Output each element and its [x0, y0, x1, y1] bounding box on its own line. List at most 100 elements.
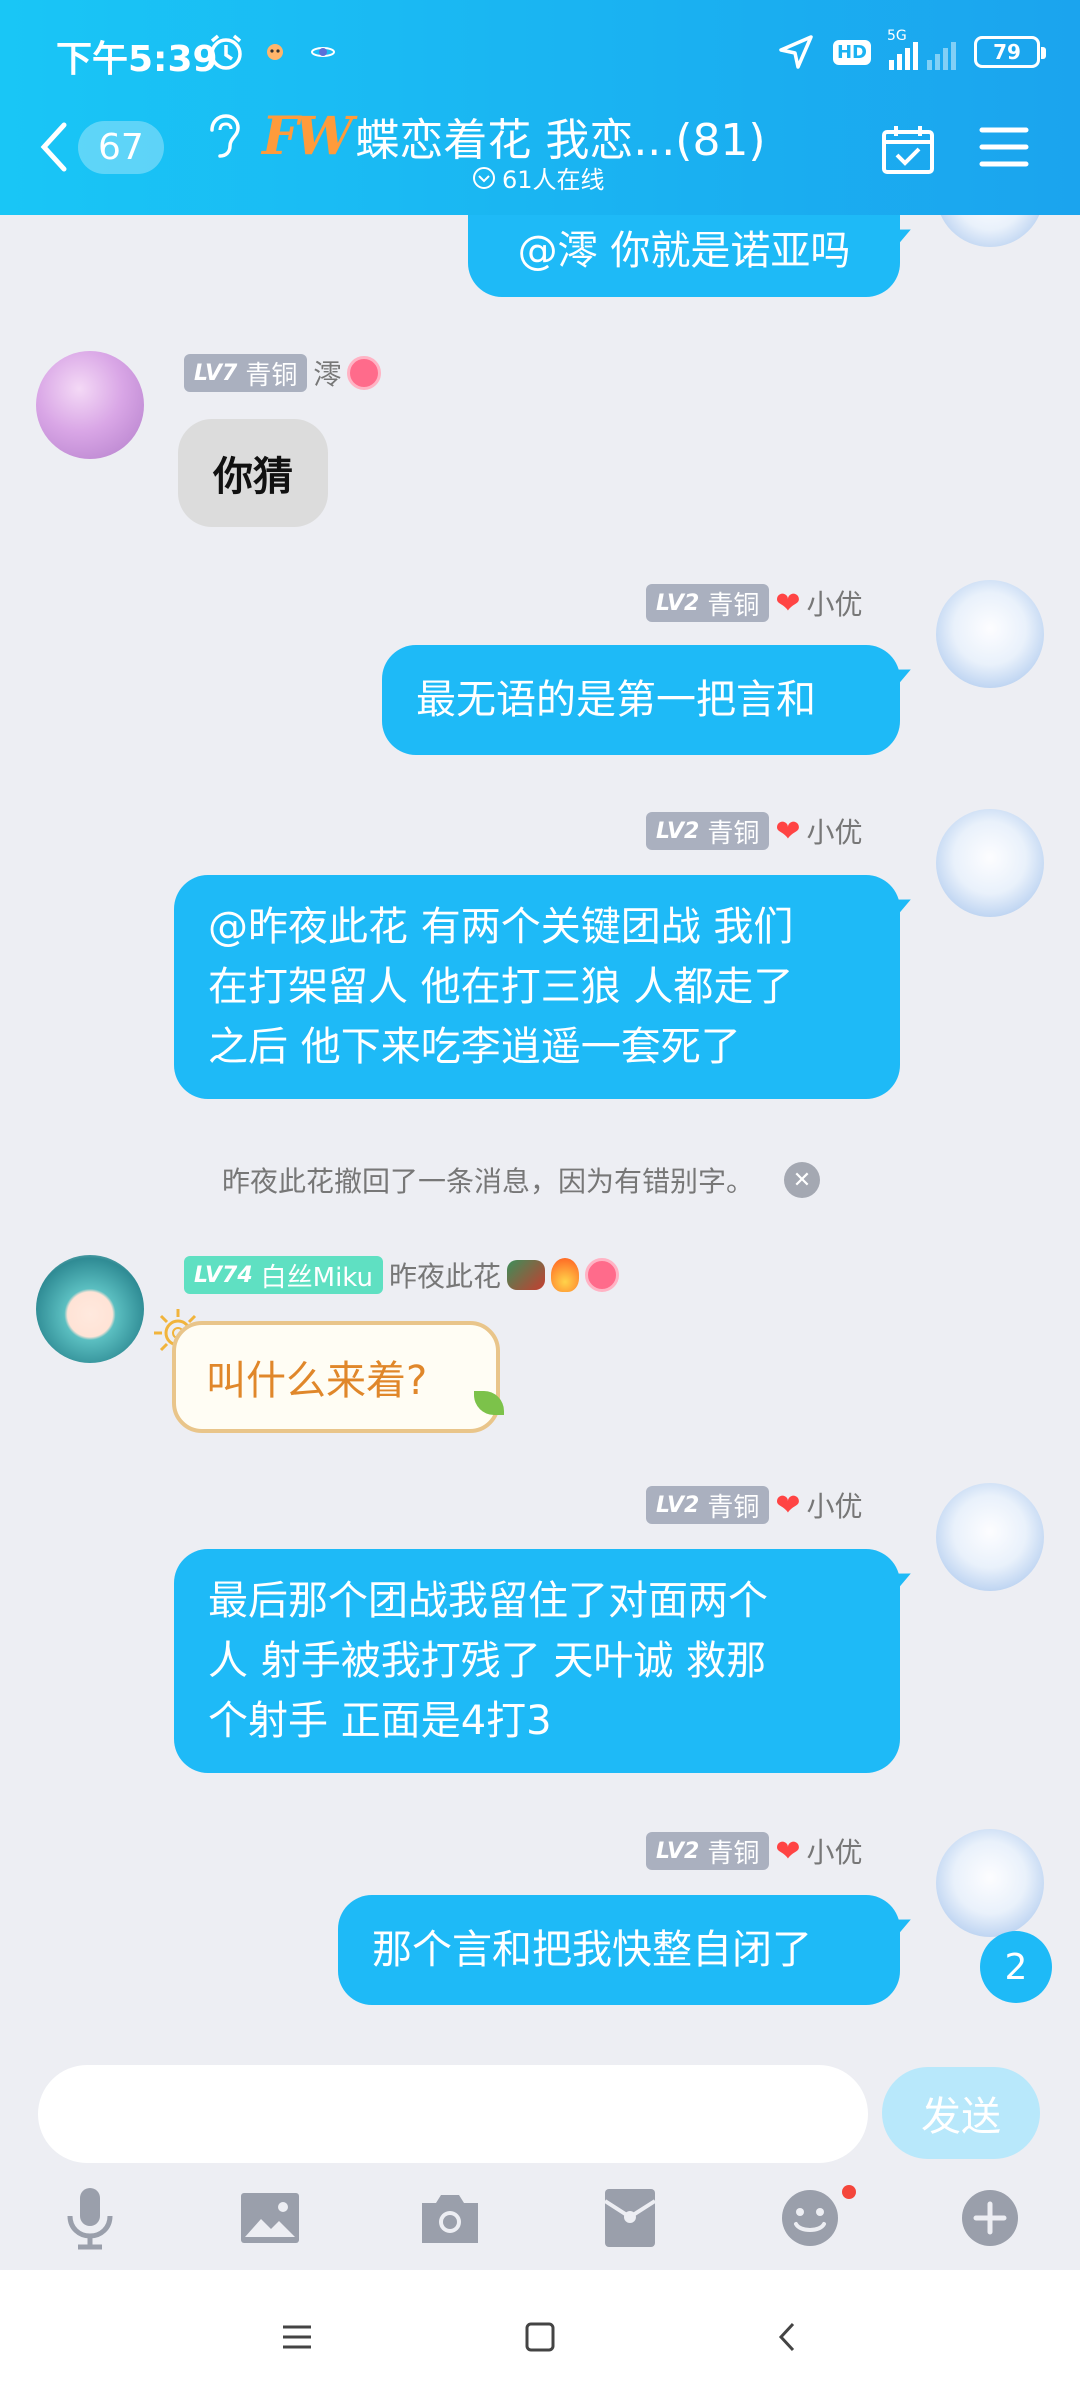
level-badge: LV7 青铜 — [184, 354, 308, 392]
smile-icon — [585, 1258, 620, 1292]
avatar[interactable] — [36, 1255, 144, 1363]
level-number: LV2 — [656, 1492, 700, 1518]
message-list[interactable]: @澪 你就是诺亚吗 LV7 青铜 澪 你猜 LV2 青铜 ❤ 小优 最无语的是第一把… — [0, 215, 1080, 2055]
group-logo: FW — [262, 105, 353, 167]
message-bubble[interactable]: 最无语的是第一把言和 — [382, 645, 900, 755]
calendar-check-icon[interactable] — [880, 122, 936, 178]
level-number: LV74 — [194, 1262, 253, 1288]
level-badge: LV74 白丝Miku — [184, 1256, 384, 1294]
message-text: 你猜 — [213, 453, 293, 500]
sender-name[interactable]: 澪 — [313, 353, 341, 393]
level-number: LV2 — [656, 818, 700, 844]
sender-meta: LV7 青铜 澪 — [184, 353, 382, 393]
level-number: LV2 — [656, 1838, 700, 1864]
level-badge: LV2 青铜 — [646, 812, 770, 850]
level-number: LV2 — [656, 590, 700, 616]
input-area: 发送 — [0, 2055, 1080, 2270]
message-text-line: 个射手 正面是4打3 — [208, 1698, 552, 1744]
signal-icon: 5G — [887, 28, 956, 70]
sender-name[interactable]: 小优 — [806, 811, 862, 851]
heart-icon: ❤ — [775, 1487, 801, 1523]
message-bubble[interactable]: 那个言和把我快整自闭了 — [338, 1895, 900, 2005]
mic-icon[interactable] — [55, 2183, 125, 2253]
message-text-line: @昨夜此花 有两个关键团战 我们 — [208, 904, 794, 950]
back-button[interactable]: 67 — [36, 112, 164, 182]
rank-title: 青铜 — [245, 360, 298, 391]
recent-apps-icon[interactable] — [272, 2312, 322, 2362]
chat-title-row[interactable]: FW 蝶恋着花 我恋...(81) — [262, 104, 766, 168]
avatar[interactable] — [936, 1483, 1044, 1591]
unread-badge: 67 — [78, 120, 164, 174]
avatar[interactable] — [936, 809, 1044, 917]
system-nav-bar — [0, 2270, 1080, 2400]
home-icon[interactable] — [515, 2312, 565, 2362]
page-title: 蝶恋着花 我恋...(81) — [355, 115, 766, 166]
sender-meta: LV2 青铜 ❤ 小优 — [646, 1485, 863, 1525]
sender-name[interactable]: 小优 — [806, 583, 862, 623]
rank-title: 青铜 — [707, 1838, 760, 1869]
ear-mode-icon[interactable] — [200, 112, 248, 160]
avatar[interactable] — [36, 351, 144, 459]
close-icon[interactable]: ✕ — [784, 1162, 821, 1198]
level-badge: LV2 青铜 — [646, 1832, 770, 1870]
send-button[interactable]: 发送 — [882, 2067, 1040, 2159]
alarm-icon — [204, 28, 248, 76]
network-type: 5G — [887, 28, 907, 44]
smile-icon — [347, 356, 382, 390]
red-packet-icon[interactable] — [595, 2183, 665, 2253]
message-bubble[interactable]: 叫什么来着? — [172, 1321, 500, 1433]
avatar[interactable] — [936, 1829, 1044, 1937]
hd-badge: HD — [832, 39, 871, 65]
sender-meta: LV2 青铜 ❤ 小优 — [646, 811, 863, 851]
rank-title: 青铜 — [707, 818, 760, 849]
message-bubble[interactable]: @澪 你就是诺亚吗 — [468, 215, 900, 297]
back-nav-icon[interactable] — [762, 2312, 812, 2362]
chevron-left-icon — [40, 122, 67, 172]
image-icon[interactable] — [235, 2183, 305, 2253]
message-text-line: 人 射手被我打残了 天叶诚 救那 — [208, 1638, 767, 1684]
heart-icon: ❤ — [775, 813, 801, 849]
sender-meta: LV2 青铜 ❤ 小优 — [646, 1831, 863, 1871]
status-icons: HD 5G 79 — [777, 28, 1046, 76]
avatar[interactable] — [936, 215, 1044, 247]
chat-header: 下午5:39 HD 5G 79 67 FW 蝶恋着花 我恋...(81) 61人… — [0, 0, 1080, 215]
level-number: LV7 — [194, 360, 238, 386]
dragon-icon — [507, 1260, 546, 1290]
avatar[interactable] — [936, 580, 1044, 688]
sender-meta: LV74 白丝Miku 昨夜此花 — [184, 1255, 620, 1295]
battery-level: 79 — [993, 40, 1021, 64]
message-text: 最无语的是第一把言和 — [416, 677, 816, 723]
sender-name[interactable]: 小优 — [806, 1485, 862, 1525]
message-text-line: 在打架留人 他在打三狼 人都走了 — [208, 964, 794, 1010]
sender-name[interactable]: 小优 — [806, 1831, 862, 1871]
emoji-icon[interactable] — [775, 2183, 845, 2253]
message-text: @澪 你就是诺亚吗 — [517, 228, 851, 274]
level-badge: LV2 青铜 — [646, 1486, 770, 1524]
plus-icon[interactable] — [955, 2183, 1025, 2253]
sender-meta: LV2 青铜 ❤ 小优 — [646, 583, 863, 623]
online-count[interactable]: 61人在线 — [472, 160, 605, 195]
status-time: 下午5:39 — [56, 39, 218, 80]
notification-icon — [310, 28, 336, 76]
heart-icon: ❤ — [775, 1833, 801, 1869]
status-bar: 下午5:39 HD 5G 79 — [0, 0, 1080, 100]
menu-icon[interactable] — [978, 122, 1030, 172]
location-icon — [779, 35, 813, 69]
heart-icon: ❤ — [775, 585, 801, 621]
recall-notice: 昨夜此花撤回了一条消息，因为有错别字。 ✕ — [222, 1158, 821, 1202]
message-bubble[interactable]: 最后那个团战我留住了对面两个 人 射手被我打残了 天叶诚 救那 个射手 正面是4… — [174, 1549, 900, 1773]
message-text-line: 之后 他下来吃李逍遥一套死了 — [208, 1024, 741, 1070]
message-input[interactable] — [38, 2065, 868, 2163]
message-bubble[interactable]: @昨夜此花 有两个关键团战 我们 在打架留人 他在打三狼 人都走了 之后 他下来… — [174, 875, 900, 1099]
fire-icon — [551, 1258, 580, 1292]
sender-name[interactable]: 昨夜此花 — [389, 1255, 501, 1295]
message-text-line: 最后那个团战我留住了对面两个 — [208, 1578, 768, 1624]
camera-icon[interactable] — [415, 2183, 485, 2253]
message-text: 那个言和把我快整自闭了 — [372, 1927, 812, 1973]
recall-text: 昨夜此花撤回了一条消息，因为有错别字。 — [222, 1165, 755, 1198]
notification-icon — [262, 28, 288, 76]
message-bubble[interactable]: 你猜 — [178, 419, 328, 527]
new-indicator-dot — [842, 2185, 856, 2199]
new-message-badge[interactable]: 2 — [980, 1931, 1052, 2003]
level-badge: LV2 青铜 — [646, 584, 770, 622]
